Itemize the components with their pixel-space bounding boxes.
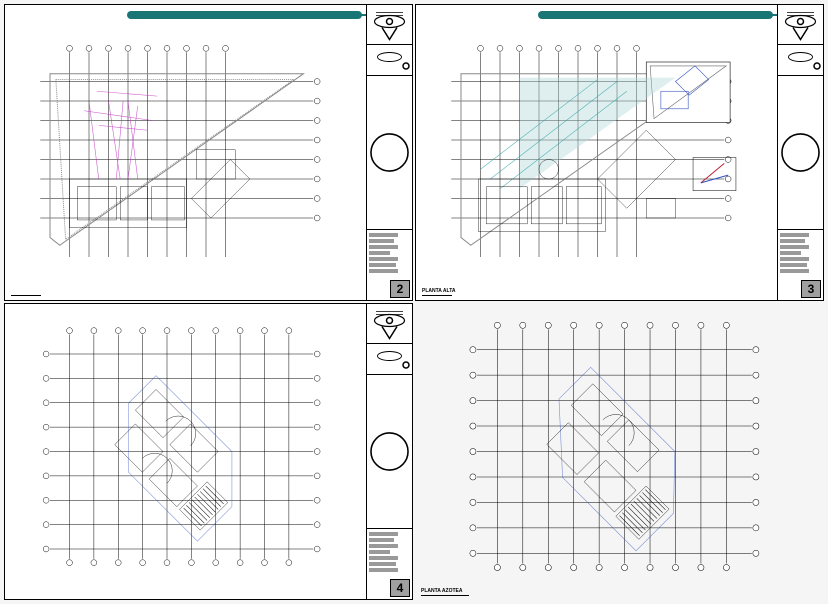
logo-stamp-icon bbox=[778, 5, 823, 45]
drawing-area-br bbox=[421, 309, 818, 594]
sheet-label-2 bbox=[11, 294, 41, 296]
titleblock-info: 4 bbox=[367, 529, 412, 599]
titleblock-3: 3 bbox=[777, 5, 823, 300]
middle-block bbox=[778, 45, 823, 76]
sheet-4: 4 bbox=[4, 303, 413, 600]
logo-stamp-icon bbox=[367, 5, 412, 45]
north-arrow-icon bbox=[778, 76, 823, 230]
plan-mass bbox=[94, 376, 259, 541]
north-arrow-icon bbox=[367, 76, 412, 230]
titleblock-4: 4 bbox=[366, 304, 412, 599]
sheet-label-3: PLANTA ALTA bbox=[422, 288, 456, 296]
drawing-area-2 bbox=[11, 25, 362, 294]
sheet-br: PLANTA AZOTEA bbox=[415, 303, 824, 600]
sheet-3: PLANTA ALTA 3 bbox=[415, 4, 824, 301]
middle-block bbox=[367, 45, 412, 76]
titleblock-info: 3 bbox=[778, 230, 823, 300]
titleblock-info: 2 bbox=[367, 230, 412, 300]
sheet-number: 2 bbox=[390, 280, 410, 298]
grid bbox=[470, 322, 759, 570]
titleblock-2: 2 bbox=[366, 5, 412, 300]
north-mini bbox=[693, 158, 736, 191]
keyplan-inset bbox=[646, 62, 730, 122]
header-band bbox=[127, 11, 362, 19]
grid-horizontal bbox=[40, 79, 320, 221]
grid-vertical bbox=[67, 45, 229, 257]
plan-mass bbox=[522, 367, 706, 551]
drawing-area-3 bbox=[422, 25, 773, 294]
drawing-set-container: 2 bbox=[0, 0, 828, 604]
logo-stamp-icon bbox=[367, 304, 412, 344]
grid bbox=[43, 328, 320, 566]
north-arrow-icon bbox=[367, 375, 412, 529]
middle-block bbox=[367, 344, 412, 375]
sheet-number: 4 bbox=[390, 579, 410, 597]
sheet-2: 2 bbox=[4, 4, 413, 301]
header-band bbox=[538, 11, 773, 19]
sheet-number: 3 bbox=[801, 280, 821, 298]
drawing-area-4 bbox=[11, 310, 362, 593]
sheet-label-br: PLANTA AZOTEA bbox=[421, 588, 469, 596]
